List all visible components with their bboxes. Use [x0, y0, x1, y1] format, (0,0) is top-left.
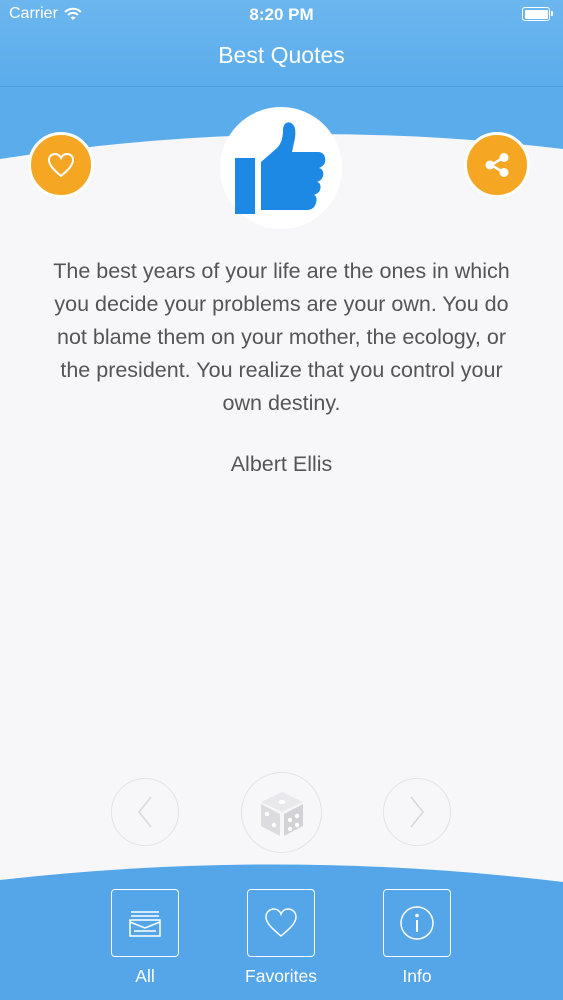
tab-favorites[interactable]: Favorites — [231, 889, 331, 987]
navigation-bar: Carrier 8:20 PM Best Quotes — [0, 0, 563, 88]
page-title: Best Quotes — [218, 42, 345, 68]
tab-favorites-icon-box — [247, 889, 315, 957]
tab-info-label: Info — [402, 966, 432, 986]
next-quote-button[interactable] — [383, 778, 451, 846]
chevron-right-icon — [410, 796, 424, 828]
heart-icon — [47, 152, 75, 178]
tab-info[interactable]: Info — [367, 889, 467, 987]
tab-all[interactable]: All — [95, 889, 195, 987]
share-icon — [485, 153, 509, 177]
share-button[interactable] — [464, 132, 530, 198]
battery-icon — [522, 7, 553, 21]
tab-info-icon-box — [383, 889, 451, 957]
tab-all-label: All — [135, 966, 155, 986]
thumbs-up-icon — [235, 122, 326, 214]
heart-icon — [265, 908, 297, 938]
stack-icon — [129, 911, 161, 937]
favorite-button[interactable] — [28, 132, 94, 198]
previous-quote-button[interactable] — [111, 778, 179, 846]
chevron-left-icon — [138, 796, 152, 828]
status-bar: Carrier 8:20 PM — [0, 0, 563, 30]
quote-author: Albert Ellis — [230, 452, 333, 476]
random-quote-button[interactable] — [241, 772, 322, 853]
dice-icon — [260, 791, 303, 836]
category-badge — [220, 107, 342, 229]
status-time: 8:20 PM — [249, 5, 314, 24]
tab-all-icon-box — [111, 889, 179, 957]
tab-favorites-label: Favorites — [245, 966, 317, 986]
info-icon — [400, 906, 434, 940]
quote-text: The best years of your life are the ones… — [53, 259, 510, 415]
